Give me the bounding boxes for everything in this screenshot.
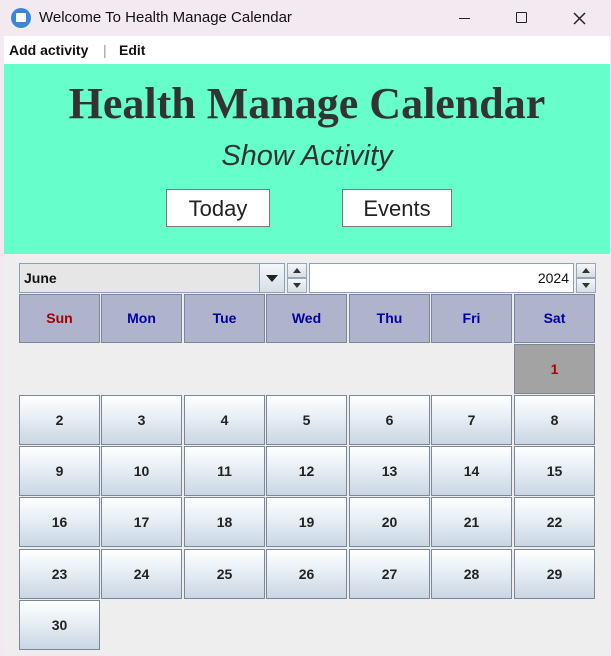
weekday-header-sun: Sun bbox=[19, 294, 100, 343]
day-cell[interactable]: 9 bbox=[19, 446, 100, 496]
month-up-arrow-icon[interactable] bbox=[287, 263, 307, 278]
title-bar: Welcome To Health Manage Calendar bbox=[0, 0, 611, 36]
year-up-arrow-icon[interactable] bbox=[576, 263, 596, 278]
day-cell[interactable]: 14 bbox=[431, 446, 512, 496]
weekday-header-thu: Thu bbox=[349, 294, 430, 343]
day-cell[interactable]: 21 bbox=[431, 497, 512, 547]
year-value: 2024 bbox=[537, 270, 569, 286]
weekday-header-sat: Sat bbox=[514, 294, 595, 343]
day-cell[interactable]: 3 bbox=[101, 395, 182, 445]
day-cell[interactable]: 6 bbox=[349, 395, 430, 445]
day-cell[interactable]: 7 bbox=[431, 395, 512, 445]
day-cell[interactable]: 28 bbox=[431, 549, 512, 599]
day-cell[interactable]: 18 bbox=[184, 497, 265, 547]
month-down-arrow-icon[interactable] bbox=[287, 278, 307, 293]
day-cell[interactable]: 10 bbox=[101, 446, 182, 496]
page-subtitle: Show Activity bbox=[221, 140, 393, 172]
day-cell-selected[interactable]: 1 bbox=[514, 344, 595, 394]
app-calendar-icon bbox=[11, 8, 31, 28]
weekday-header-tue: Tue bbox=[184, 294, 265, 343]
day-cell[interactable]: 25 bbox=[184, 549, 265, 599]
page-title: Health Manage Calendar bbox=[68, 79, 546, 128]
maximize-icon[interactable] bbox=[493, 0, 551, 36]
app-frame: Add activity | Edit Health Manage Calend… bbox=[4, 36, 610, 654]
month-spinner bbox=[287, 263, 307, 293]
weekday-header-wed: Wed bbox=[266, 294, 347, 343]
day-cell[interactable]: 15 bbox=[514, 446, 595, 496]
window-title: Welcome To Health Manage Calendar bbox=[39, 9, 292, 26]
day-cell[interactable]: 20 bbox=[349, 497, 430, 547]
menu-bar: Add activity | Edit bbox=[4, 36, 610, 65]
day-cell[interactable]: 30 bbox=[19, 600, 100, 650]
close-icon[interactable] bbox=[551, 0, 609, 36]
day-cell[interactable]: 22 bbox=[514, 497, 595, 547]
day-cell[interactable]: 27 bbox=[349, 549, 430, 599]
day-cell[interactable]: 24 bbox=[101, 549, 182, 599]
day-cell[interactable]: 29 bbox=[514, 549, 595, 599]
month-value: June bbox=[24, 270, 57, 286]
menu-edit[interactable]: Edit bbox=[119, 42, 145, 58]
day-cell[interactable]: 19 bbox=[266, 497, 347, 547]
year-down-arrow-icon[interactable] bbox=[576, 278, 596, 293]
calendar-grid: Sun Mon Tue Wed Thu Fri Sat 1 2 3 4 5 6 7 8 9 10 11 12 13 14… bbox=[19, 294, 596, 652]
calendar-controls: June 2024 bbox=[19, 263, 596, 293]
day-cell[interactable]: 13 bbox=[349, 446, 430, 496]
day-cell[interactable]: 26 bbox=[266, 549, 347, 599]
menu-separator: | bbox=[103, 42, 107, 58]
year-input[interactable]: 2024 bbox=[309, 263, 574, 293]
today-button[interactable]: Today bbox=[166, 189, 270, 227]
day-cell[interactable]: 5 bbox=[266, 395, 347, 445]
day-cell[interactable]: 16 bbox=[19, 497, 100, 547]
day-cell[interactable]: 8 bbox=[514, 395, 595, 445]
day-cell[interactable]: 23 bbox=[19, 549, 100, 599]
month-dropdown[interactable]: June bbox=[19, 263, 285, 293]
minimize-icon[interactable] bbox=[435, 0, 493, 36]
weekday-header-fri: Fri bbox=[431, 294, 512, 343]
day-cell[interactable]: 17 bbox=[101, 497, 182, 547]
day-cell[interactable]: 4 bbox=[184, 395, 265, 445]
events-button[interactable]: Events bbox=[342, 189, 452, 227]
chevron-down-icon[interactable] bbox=[259, 264, 284, 292]
header-panel: Health Manage Calendar Show Activity Tod… bbox=[4, 64, 610, 254]
weekday-header-mon: Mon bbox=[101, 294, 182, 343]
year-spinner bbox=[576, 263, 596, 293]
day-cell[interactable]: 12 bbox=[266, 446, 347, 496]
day-cell[interactable]: 2 bbox=[19, 395, 100, 445]
menu-add-activity[interactable]: Add activity bbox=[9, 42, 88, 58]
day-cell[interactable]: 11 bbox=[184, 446, 265, 496]
